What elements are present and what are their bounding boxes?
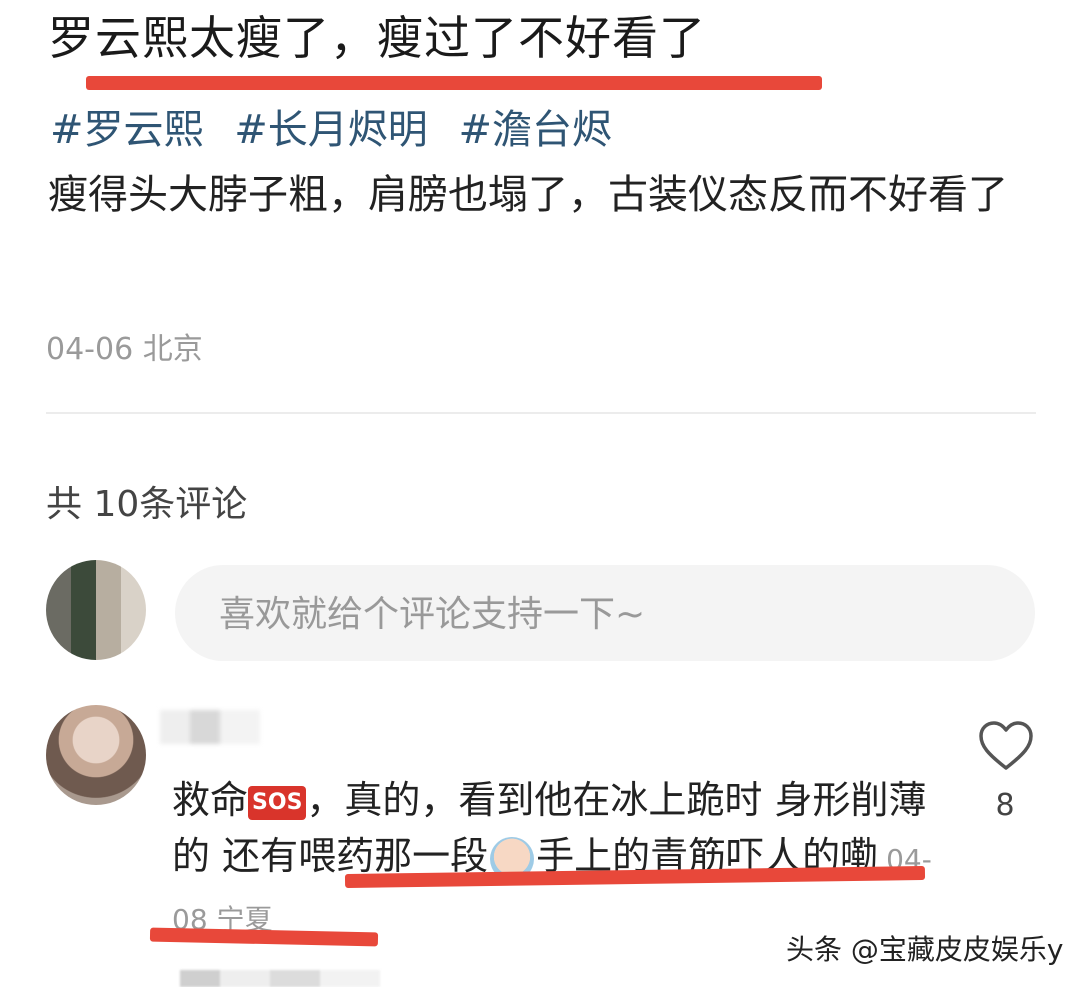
comment-count: 共 10条评论 <box>46 484 248 525</box>
comment-input-box[interactable] <box>175 565 1035 661</box>
post-location: 北京 <box>142 332 203 367</box>
tag-item[interactable]: #长月烬明 <box>234 107 428 153</box>
comment-text-part: 救命 <box>172 778 249 822</box>
tag-item[interactable]: #澹台烬 <box>458 107 612 153</box>
sos-emoji-icon: SOS <box>248 785 307 820</box>
watermark: 头条 @宝藏皮皮娱乐y <box>786 933 1064 966</box>
commenter-avatar[interactable] <box>46 705 146 805</box>
highlight-underline <box>86 76 822 90</box>
divider <box>46 412 1036 414</box>
post-body: 瘦得头大脖子粗，肩膀也塌了，古装仪态反而不好看了 <box>48 172 1008 218</box>
comment-input[interactable] <box>217 583 1001 645</box>
next-comment-preview <box>180 970 380 987</box>
tag-item[interactable]: #罗云熙 <box>50 107 204 153</box>
heart-like-icon[interactable] <box>978 720 1034 772</box>
post-title: 罗云熙太瘦了，瘦过了不好看了 <box>48 11 706 65</box>
like-count: 8 <box>995 788 1015 823</box>
comment-body: 救命 SOS ，真的，看到他在冰上跪时 身形削薄的 还有喂药那一段 手上的青筋吓人的嘞… <box>172 772 952 948</box>
tag-list: #罗云熙 #长月烬明 #澹台烬 <box>50 100 630 160</box>
post-date: 04-06 <box>46 332 134 367</box>
current-user-avatar <box>46 560 146 660</box>
post-meta: 04-06 北京 <box>46 328 203 372</box>
commenter-name[interactable] <box>160 710 260 744</box>
